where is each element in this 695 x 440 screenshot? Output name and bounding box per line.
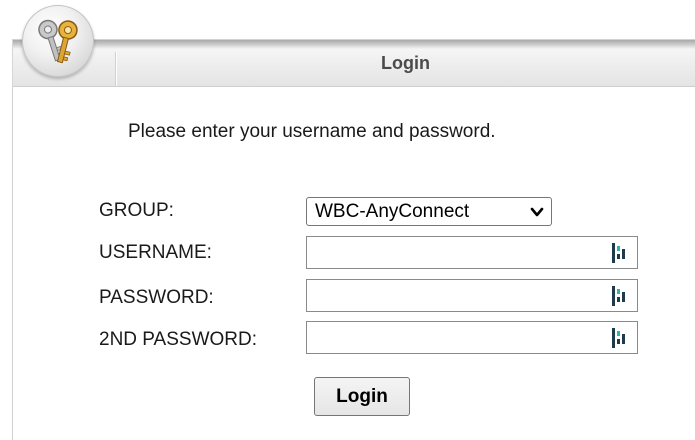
instruction-text: Please enter your username and password.: [128, 121, 496, 142]
password-field[interactable]: [306, 279, 638, 312]
chevron-down-icon: [530, 207, 544, 217]
username-field[interactable]: [306, 236, 638, 269]
keys-icon: [22, 5, 94, 77]
group-label: GROUP:: [99, 200, 174, 221]
login-button[interactable]: Login: [314, 377, 410, 416]
password-label: PASSWORD:: [99, 287, 214, 308]
login-page: Login Please enter your username and pas…: [0, 0, 695, 440]
page-title: Login: [381, 53, 430, 73]
password-manager-icon[interactable]: [612, 286, 626, 306]
password-manager-icon[interactable]: [612, 328, 626, 348]
second-password-label: 2ND PASSWORD:: [99, 329, 258, 350]
group-select-value: WBC-AnyConnect: [315, 201, 470, 222]
second-password-field[interactable]: [306, 321, 638, 354]
username-label: USERNAME:: [99, 242, 212, 263]
password-manager-icon[interactable]: [612, 243, 626, 263]
group-select[interactable]: WBC-AnyConnect: [306, 197, 552, 226]
